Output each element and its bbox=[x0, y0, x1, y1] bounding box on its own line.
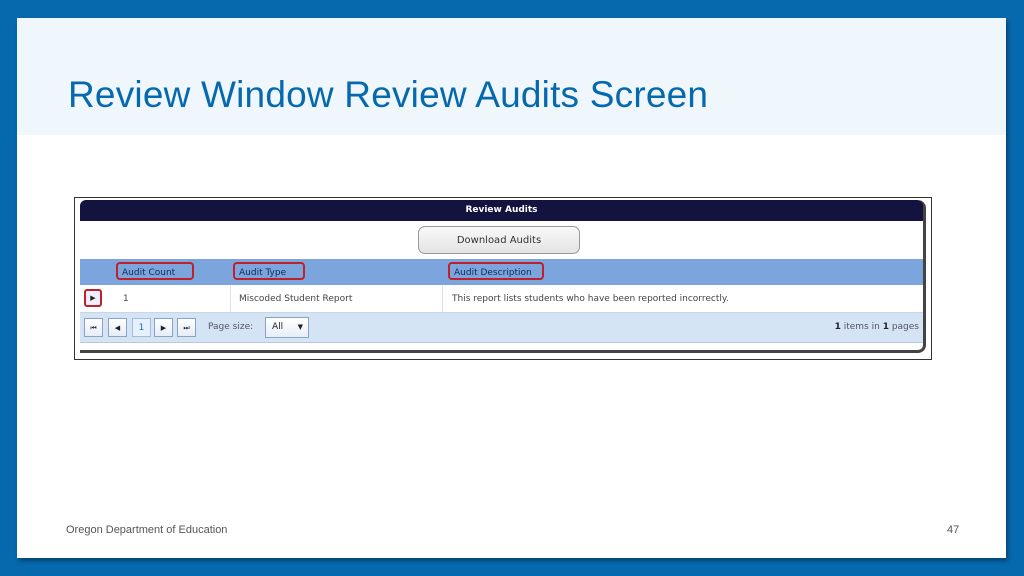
download-audits-button[interactable]: Download Audits bbox=[418, 226, 580, 254]
expand-row-button[interactable]: ▶ bbox=[84, 289, 102, 307]
cell-audit-description: This report lists students who have been… bbox=[452, 294, 729, 304]
page-size-value: All bbox=[272, 322, 284, 332]
column-header-audit-description[interactable]: Audit Description bbox=[448, 262, 544, 280]
page-size-select[interactable]: All ▼ bbox=[265, 317, 309, 338]
panel-title: Review Audits bbox=[80, 200, 923, 221]
next-page-icon: ▶ bbox=[160, 324, 167, 332]
review-audits-panel: Review Audits Download Audits Audit Coun… bbox=[80, 200, 926, 353]
pages-text: pages bbox=[891, 322, 919, 332]
title-band: Review Window Review Audits Screen bbox=[17, 18, 1006, 135]
slide-title: Review Window Review Audits Screen bbox=[68, 74, 709, 115]
page-number-button[interactable]: 1 bbox=[132, 318, 151, 337]
last-page-icon: ⏭ bbox=[183, 324, 190, 332]
slide: Review Window Review Audits Screen Revie… bbox=[17, 18, 1006, 558]
pages-count: 1 bbox=[882, 322, 889, 332]
screenshot-frame: Review Audits Download Audits Audit Coun… bbox=[74, 197, 932, 360]
first-page-icon: ⏮ bbox=[90, 324, 97, 332]
column-divider bbox=[230, 286, 231, 312]
slide-number: 47 bbox=[947, 524, 960, 536]
triangle-right-icon: ▶ bbox=[90, 294, 96, 302]
column-header-audit-type[interactable]: Audit Type bbox=[233, 262, 305, 280]
table-header-row: Audit Count Audit Type Audit Description bbox=[80, 259, 923, 285]
column-divider bbox=[442, 286, 443, 312]
cell-audit-count: 1 bbox=[123, 294, 129, 304]
next-page-button[interactable]: ▶ bbox=[154, 318, 173, 337]
page-size-label: Page size: bbox=[208, 322, 254, 332]
pager: ⏮ ◀ 1 ▶ ⏭ Page size: All ▼ 1 items in 1 … bbox=[80, 313, 923, 343]
table-row: ▶ 1 Miscoded Student Report This report … bbox=[80, 286, 923, 313]
items-text: items in bbox=[843, 322, 880, 332]
first-page-button[interactable]: ⏮ bbox=[84, 318, 103, 337]
prev-page-icon: ◀ bbox=[114, 324, 121, 332]
last-page-button[interactable]: ⏭ bbox=[177, 318, 196, 337]
prev-page-button[interactable]: ◀ bbox=[108, 318, 127, 337]
cell-audit-type: Miscoded Student Report bbox=[239, 294, 353, 304]
items-count: 1 bbox=[834, 322, 841, 332]
chevron-down-icon: ▼ bbox=[297, 323, 303, 331]
column-header-audit-count[interactable]: Audit Count bbox=[116, 262, 194, 280]
footer-organization: Oregon Department of Education bbox=[66, 524, 228, 536]
pager-summary: 1 items in 1 pages bbox=[835, 318, 919, 337]
